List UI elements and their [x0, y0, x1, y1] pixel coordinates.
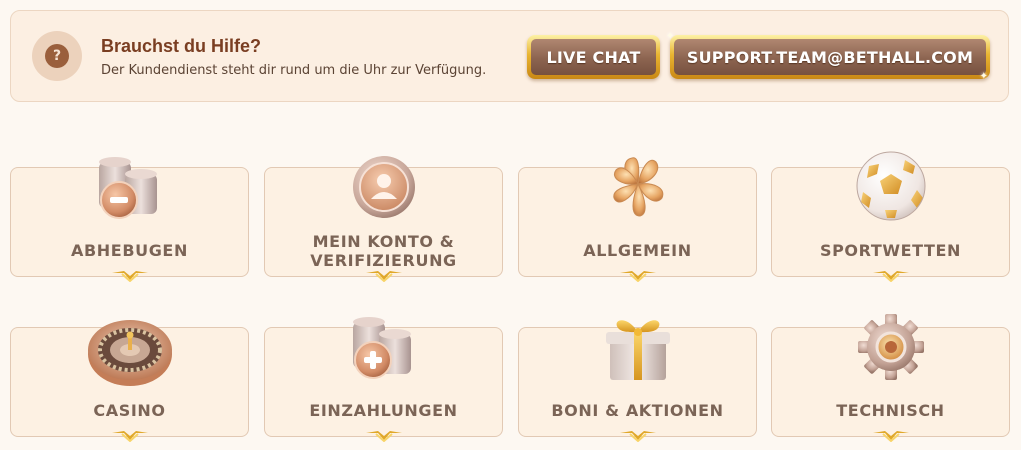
user-coin-icon [352, 156, 415, 218]
question-icon: ? [45, 44, 69, 68]
gear-icon [857, 314, 924, 380]
chevron-down-icon [365, 271, 402, 282]
help-title: Brauchst du Hilfe? [101, 36, 262, 56]
chevron-down-icon [872, 431, 909, 442]
chevron-down-icon [365, 431, 402, 442]
category-card-einzahlungen[interactable]: EINZAHLUNGEN [264, 317, 503, 442]
category-card-allgemein[interactable]: ALLGEMEIN [518, 157, 757, 282]
four-leaf-clover-icon [612, 157, 663, 217]
help-icon-badge: ? [32, 31, 82, 81]
card-label: ALLGEMEIN [583, 241, 692, 260]
card-label: MEIN KONTO & VERIFIZIERUNG [310, 232, 457, 270]
help-subtitle: Der Kundendienst steht dir rund um die U… [101, 63, 487, 78]
card-label: CASINO [93, 401, 166, 420]
roulette-wheel-icon [87, 320, 172, 386]
category-card-technisch[interactable]: TECHNISCH [771, 314, 1010, 442]
coin-stack-plus-icon [352, 317, 411, 379]
chevron-down-icon [619, 271, 656, 282]
sparkle-icon: ✦ [666, 31, 675, 42]
chevron-down-icon [111, 271, 148, 282]
category-card-sportwetten[interactable]: SPORTWETTEN [771, 151, 1010, 282]
live-chat-button[interactable]: LIVE CHAT [527, 35, 660, 79]
category-card-boni-aktionen[interactable]: BONI & AKTIONEN [518, 320, 757, 442]
card-label: SPORTWETTEN [819, 241, 962, 260]
category-card-casino[interactable]: CASINO [10, 320, 249, 442]
card-label: ABHEBUGEN [71, 241, 188, 260]
card-label: EINZAHLUNGEN [309, 401, 458, 420]
help-banner: ? Brauchst du Hilfe? Der Kundendienst st… [10, 10, 1009, 102]
chevron-down-icon [111, 431, 148, 442]
gift-box-icon [605, 320, 670, 380]
support-email-button[interactable]: SUPPORT.TEAM@BETHALL.COM ✦ ✦ [666, 31, 990, 82]
sparkle-icon: ✦ [979, 71, 988, 82]
card-label: TECHNISCH [836, 401, 945, 420]
card-label: BONI & AKTIONEN [551, 401, 724, 420]
chevron-down-icon [619, 431, 656, 442]
chevron-down-icon [872, 271, 909, 282]
coin-stack-minus-icon [98, 157, 157, 219]
category-card-abheben[interactable]: ABHEBUGEN [10, 157, 249, 282]
category-card-mein-konto[interactable]: MEIN KONTO & VERIFIZIERUNG [264, 156, 503, 282]
support-email-label: SUPPORT.TEAM@BETHALL.COM [674, 39, 986, 75]
live-chat-label: LIVE CHAT [531, 39, 656, 75]
soccer-ball-icon [856, 151, 925, 221]
